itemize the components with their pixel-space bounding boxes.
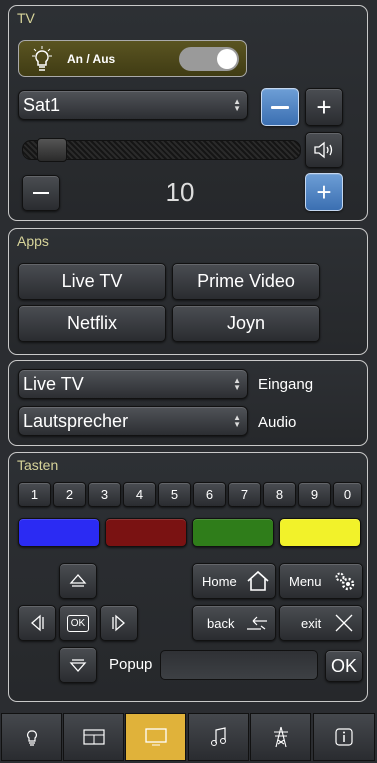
back-label: back — [207, 615, 235, 631]
arrow-left-icon — [31, 614, 44, 632]
speaker-icon — [314, 141, 333, 159]
tv-panel-title: TV — [17, 10, 35, 26]
channel-select[interactable]: Sat1 ▲ ▼ — [18, 90, 248, 120]
music-icon — [210, 727, 226, 746]
volume-minus-button[interactable] — [22, 175, 60, 211]
number-4-button[interactable]: 4 — [123, 482, 156, 507]
up-button[interactable] — [59, 563, 97, 599]
bulb-icon — [26, 730, 37, 746]
green-key-button[interactable] — [192, 518, 274, 547]
volume-value: 10 — [165, 177, 195, 207]
number-2-button[interactable]: 2 — [53, 482, 86, 507]
audio-select-value: Lautsprecher — [23, 410, 129, 431]
popup-input[interactable] — [160, 650, 318, 680]
input-select-value: Live TV — [23, 373, 84, 394]
right-button[interactable] — [100, 605, 138, 641]
channel-minus-button[interactable] — [261, 88, 299, 126]
ok-nav-button[interactable]: OK — [59, 605, 97, 641]
tab-lights[interactable] — [1, 713, 62, 761]
popup-label: Popup — [109, 656, 153, 673]
volume-plus-button[interactable]: + — [305, 173, 343, 211]
menu-label: Menu — [289, 573, 322, 589]
input-select[interactable]: Live TV ▲ ▼ — [18, 369, 248, 399]
number-6-button[interactable]: 6 — [193, 482, 226, 507]
popup-ok-button[interactable]: OK — [325, 650, 363, 682]
left-button[interactable] — [18, 605, 56, 641]
channel-select-value: Sat1 — [23, 94, 61, 115]
select-arrows-icon: ▲ ▼ — [233, 413, 241, 429]
window-icon — [82, 729, 105, 745]
number-5-button[interactable]: 5 — [158, 482, 191, 507]
audio-select[interactable]: Lautsprecher ▲ ▼ — [18, 406, 248, 436]
power-tower-icon — [273, 726, 288, 748]
apps-panel-title: Apps — [17, 233, 49, 249]
power-switch[interactable] — [179, 47, 239, 71]
number-0-button[interactable]: 0 — [333, 482, 362, 507]
number-1-button[interactable]: 1 — [18, 482, 51, 507]
keys-panel-title: Tasten — [17, 457, 59, 473]
tab-tv[interactable] — [125, 713, 186, 761]
power-label: An / Aus — [67, 52, 116, 66]
select-arrows-icon: ▲ ▼ — [233, 376, 241, 392]
app-prime-video-button[interactable]: Prime Video — [172, 263, 320, 300]
mute-button[interactable] — [305, 132, 343, 168]
audio-label: Audio — [258, 414, 297, 431]
input-label: Eingang — [258, 376, 314, 393]
menu-button[interactable]: Menu — [279, 563, 363, 599]
arrow-right-icon — [112, 614, 125, 632]
app-netflix-button[interactable]: Netflix — [18, 305, 166, 342]
close-icon — [335, 614, 353, 632]
yellow-key-button[interactable] — [279, 518, 361, 547]
back-arrow-icon — [247, 616, 267, 630]
volume-slider[interactable] — [22, 138, 301, 162]
minus-icon — [33, 192, 49, 194]
arrow-down-icon — [69, 659, 87, 672]
app-live-tv-button[interactable]: Live TV — [18, 263, 166, 300]
volume-slider-thumb[interactable] — [37, 138, 67, 162]
exit-label: exit — [301, 615, 322, 631]
plus-icon: + — [316, 91, 332, 122]
number-9-button[interactable]: 9 — [298, 482, 331, 507]
minus-icon — [271, 105, 289, 109]
blue-key-button[interactable] — [18, 518, 100, 547]
plus-icon: + — [316, 176, 332, 207]
number-3-button[interactable]: 3 — [88, 482, 121, 507]
number-8-button[interactable]: 8 — [263, 482, 296, 507]
app-joyn-button[interactable]: Joyn — [172, 305, 320, 342]
arrow-up-icon — [69, 574, 87, 587]
ok-icon: OK — [66, 614, 90, 632]
tab-energy[interactable] — [250, 713, 311, 761]
exit-button[interactable]: exit — [279, 605, 363, 641]
tab-music[interactable] — [188, 713, 249, 761]
home-button[interactable]: Home — [192, 563, 276, 599]
down-button[interactable] — [59, 647, 97, 683]
bulb-icon — [32, 46, 52, 71]
info-icon — [335, 728, 353, 746]
tab-windows[interactable] — [63, 713, 124, 761]
red-key-button[interactable] — [105, 518, 187, 547]
power-toggle[interactable]: An / Aus — [18, 40, 247, 77]
tv-icon — [144, 728, 167, 746]
tab-info[interactable] — [313, 713, 375, 761]
back-button[interactable]: back — [192, 605, 276, 641]
power-switch-knob — [217, 49, 237, 69]
select-arrows-icon: ▲ ▼ — [233, 97, 241, 113]
channel-plus-button[interactable]: + — [305, 88, 343, 126]
number-7-button[interactable]: 7 — [228, 482, 261, 507]
gears-icon — [335, 572, 355, 591]
house-icon — [247, 570, 269, 591]
home-label: Home — [202, 573, 237, 589]
